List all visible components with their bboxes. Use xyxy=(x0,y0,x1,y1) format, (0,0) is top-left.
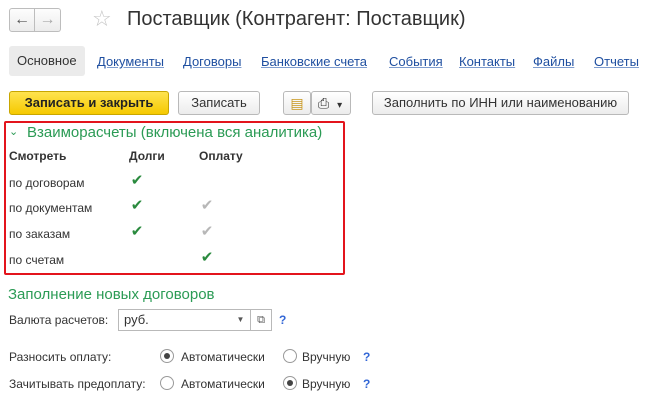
chevron-down-icon[interactable]: ▼ xyxy=(231,309,251,331)
report-icon[interactable]: ▤ xyxy=(283,91,311,115)
debts-orders-checkbox[interactable]: ✔ xyxy=(129,224,145,240)
column-debts-header: Долги xyxy=(129,149,165,163)
collapse-chevron-icon[interactable]: ⌄ xyxy=(9,125,18,138)
row-label-contracts: по договорам xyxy=(9,176,85,190)
row-label-documents: по документам xyxy=(9,201,93,215)
payment-orders-checkbox: ✔ xyxy=(200,223,214,240)
currency-label: Валюта расчетов: xyxy=(9,313,109,327)
distribute-auto-label[interactable]: Автоматически xyxy=(181,350,265,364)
offset-auto-label[interactable]: Автоматически xyxy=(181,377,265,391)
debts-contracts-checkbox[interactable]: ✔ xyxy=(129,173,145,189)
print-button[interactable]: ⎙ ▾ xyxy=(311,91,351,115)
favorite-star-icon[interactable]: ☆ xyxy=(92,7,112,31)
new-contracts-section-title: Заполнение новых договоров xyxy=(8,286,215,303)
tab-contracts[interactable]: Договоры xyxy=(183,54,241,69)
payment-invoices-checkbox[interactable]: ✔ xyxy=(199,250,215,266)
tab-bank-accounts[interactable]: Банковские счета xyxy=(261,54,367,69)
tab-main[interactable]: Основное xyxy=(9,46,85,76)
row-label-orders: по заказам xyxy=(9,227,71,241)
currency-help-icon[interactable]: ? xyxy=(279,313,286,327)
forward-button[interactable]: → xyxy=(35,8,61,32)
distribute-auto-radio[interactable] xyxy=(160,349,174,363)
currency-field[interactable]: руб. xyxy=(118,309,232,331)
open-form-icon[interactable]: ⧉ xyxy=(251,309,272,331)
save-button[interactable]: Записать xyxy=(178,91,260,115)
column-view-header: Смотреть xyxy=(9,149,67,163)
debts-documents-checkbox[interactable]: ✔ xyxy=(129,198,145,214)
offset-manual-radio[interactable] xyxy=(283,376,297,390)
distribute-manual-radio[interactable] xyxy=(283,349,297,363)
tab-reports[interactable]: Отчеты xyxy=(594,54,639,69)
tab-documents[interactable]: Документы xyxy=(97,54,164,69)
distribute-help-icon[interactable]: ? xyxy=(363,350,370,364)
offset-help-icon[interactable]: ? xyxy=(363,377,370,391)
offset-manual-label[interactable]: Вручную xyxy=(302,377,350,391)
chevron-down-icon: ▾ xyxy=(337,100,343,111)
fill-by-inn-button[interactable]: Заполнить по ИНН или наименованию xyxy=(372,91,629,115)
printer-icon: ⎙ xyxy=(318,95,330,111)
tab-contacts[interactable]: Контакты xyxy=(459,54,515,69)
settlements-section-title[interactable]: Взаиморасчеты (включена вся аналитика) xyxy=(27,124,322,141)
column-payment-header: Оплату xyxy=(199,149,243,163)
distribute-manual-label[interactable]: Вручную xyxy=(302,350,350,364)
window-title: Поставщик (Контрагент: Поставщик) xyxy=(127,8,466,30)
highlight-frame xyxy=(4,121,345,275)
save-and-close-button[interactable]: Записать и закрыть xyxy=(9,91,169,115)
back-button[interactable]: ← xyxy=(9,8,35,32)
row-label-invoices: по счетам xyxy=(9,253,65,267)
offset-prepayment-label: Зачитывать предоплату: xyxy=(9,377,146,391)
payment-documents-checkbox: ✔ xyxy=(200,197,214,214)
tab-files[interactable]: Файлы xyxy=(533,54,574,69)
offset-auto-radio[interactable] xyxy=(160,376,174,390)
distribute-payment-label: Разносить оплату: xyxy=(9,350,112,364)
tab-events[interactable]: События xyxy=(389,54,443,69)
